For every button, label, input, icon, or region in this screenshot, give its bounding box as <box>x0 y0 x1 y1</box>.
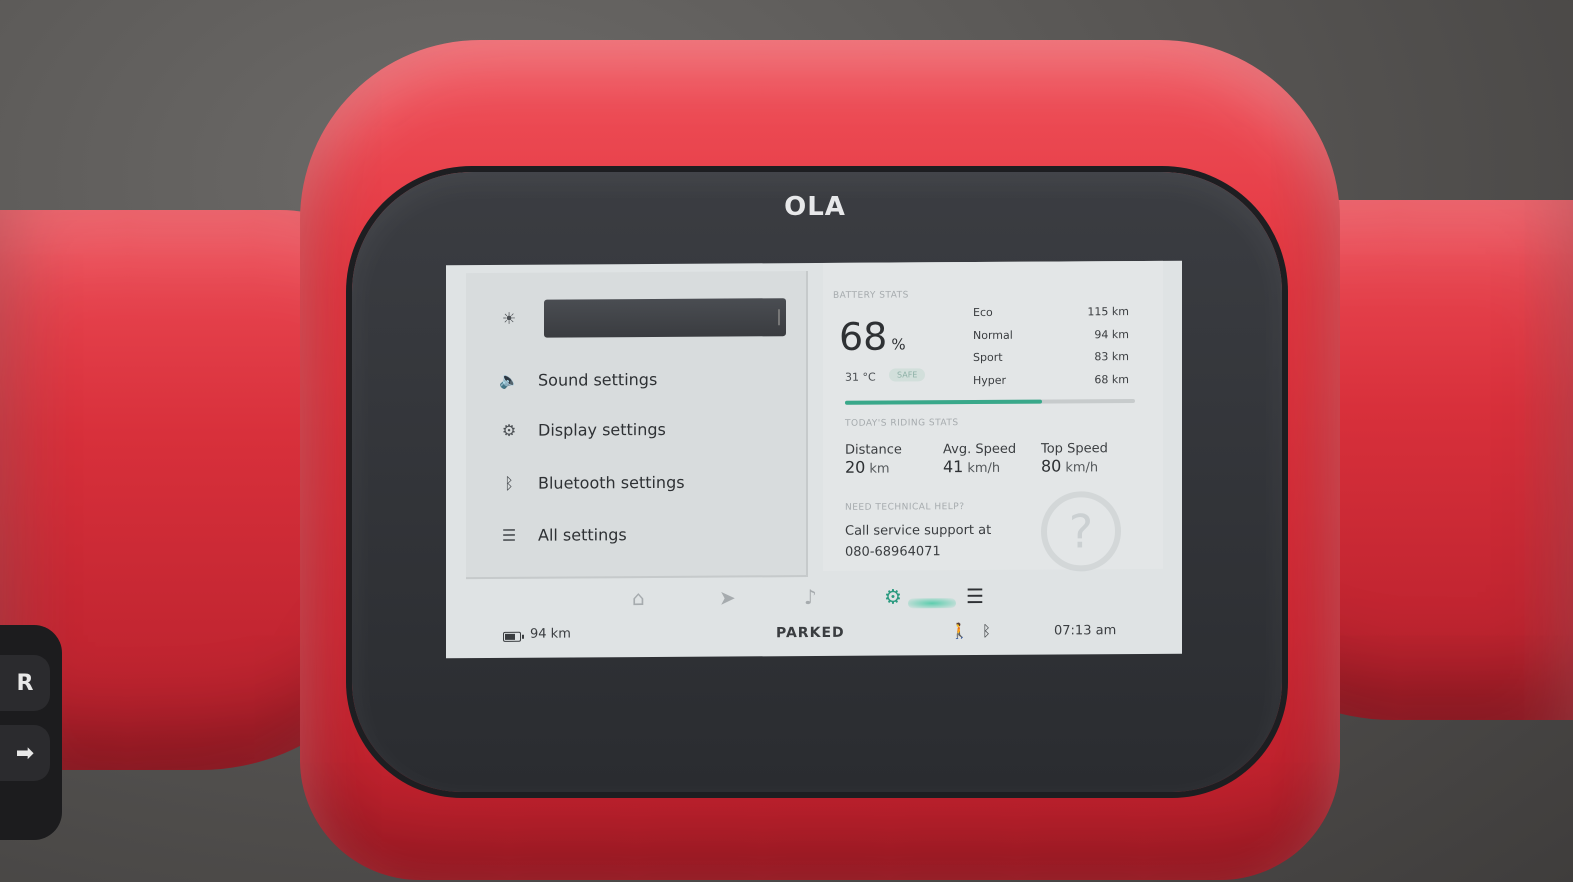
range-mode: Normal <box>973 328 1013 343</box>
battery-icon <box>503 631 521 642</box>
range-row-sport: Sport 83 km <box>973 350 1129 364</box>
bluetooth-icon: ᛒ <box>504 473 514 493</box>
range-value: 115 km <box>1087 305 1129 319</box>
navigation-arrow-icon[interactable]: ➤ <box>719 585 736 609</box>
stat-label: Top Speed <box>1041 441 1108 457</box>
riding-stats-heading: TODAY'S RIDING STATS <box>845 418 959 429</box>
menu-item-label: Bluetooth settings <box>538 472 685 493</box>
battery-percent-unit: % <box>891 335 906 354</box>
stat-value: 80 <box>1041 456 1062 476</box>
temperature-status-badge: SAFE <box>889 368 926 382</box>
battery-icon-fill <box>505 633 515 640</box>
range-value: 94 km <box>1094 328 1129 342</box>
speaker-icon: 🔈 <box>499 370 519 390</box>
handlebar-switch-block: R ➡ <box>0 625 62 840</box>
brand-logo: OLA <box>784 192 846 222</box>
stat-distance: Distance 20 km <box>845 442 902 476</box>
settings-panel: ☀ 🔈 Sound settings ⚙ Display settings ᛒ … <box>466 271 808 580</box>
menu-item-label: Sound settings <box>538 369 658 390</box>
stat-value: 20 <box>845 457 866 477</box>
battery-percent-value: 68 <box>839 314 888 359</box>
stat-label: Distance <box>845 442 902 458</box>
range-mode: Eco <box>973 305 993 320</box>
battery-stats-heading: BATTERY STATS <box>833 290 909 301</box>
indicator-right-button[interactable]: ➡ <box>0 725 50 781</box>
menu-icon[interactable]: ☰ <box>966 584 984 608</box>
range-remaining: 94 km <box>530 626 571 642</box>
range-value: 68 km <box>1094 373 1129 387</box>
help-phone[interactable]: 080-68964071 <box>845 544 941 560</box>
battery-temperature: 31 °C <box>845 370 876 384</box>
brightness-slider[interactable] <box>544 298 786 338</box>
active-tab-indicator <box>908 598 956 609</box>
list-icon: ☰ <box>501 525 517 545</box>
range-value: 83 km <box>1094 350 1129 364</box>
battery-progress-fill <box>845 399 1043 405</box>
reverse-button[interactable]: R <box>0 655 50 711</box>
stat-unit: km/h <box>967 460 1001 477</box>
menu-item-sound-settings[interactable]: 🔈 Sound settings <box>494 370 657 390</box>
dashboard-screen: ☀ 🔈 Sound settings ⚙ Display settings ᛒ … <box>446 260 1182 659</box>
stat-value: 41 <box>943 457 964 477</box>
menu-item-all-settings[interactable]: ☰ All settings <box>494 525 627 545</box>
stats-panel: BATTERY STATS 68% 31 °C SAFE Eco 115 km … <box>823 260 1163 572</box>
range-mode: Hyper <box>973 373 1007 388</box>
stat-unit: km/h <box>1065 460 1099 476</box>
range-row-hyper: Hyper 68 km <box>973 373 1129 387</box>
help-heading: NEED TECHNICAL HELP? <box>845 502 965 513</box>
side-stand-icon: 🚶 <box>950 622 969 641</box>
range-row-eco: Eco 115 km <box>973 305 1129 319</box>
music-note-icon[interactable]: ♪ <box>804 585 817 609</box>
gear-icon[interactable]: ⚙ <box>884 584 902 608</box>
help-line: Call service support at <box>845 522 992 539</box>
battery-progress-bar <box>845 399 1135 405</box>
stat-unit: km <box>869 461 890 477</box>
stat-label: Avg. Speed <box>943 441 1017 458</box>
question-mark-icon[interactable]: ? <box>1041 491 1121 572</box>
bluetooth-status-icon: ᛒ <box>982 621 992 640</box>
home-icon[interactable]: ⌂ <box>632 586 645 610</box>
ride-state: PARKED <box>776 624 845 642</box>
menu-item-bluetooth-settings[interactable]: ᛒ Bluetooth settings <box>494 472 685 493</box>
clock: 07:13 am <box>1054 623 1117 639</box>
range-row-normal: Normal 94 km <box>973 328 1129 342</box>
battery-percent: 68% <box>839 314 906 359</box>
range-mode: Sport <box>973 350 1003 365</box>
menu-item-label: All settings <box>538 525 627 545</box>
stat-top-speed: Top Speed 80 km/h <box>1041 441 1108 475</box>
stat-avg-speed: Avg. Speed 41 km/h <box>943 442 1016 476</box>
gear-icon: ⚙ <box>501 420 517 440</box>
menu-item-display-settings[interactable]: ⚙ Display settings <box>494 420 666 440</box>
menu-item-label: Display settings <box>538 419 666 440</box>
brightness-icon: ☀ <box>501 308 517 328</box>
